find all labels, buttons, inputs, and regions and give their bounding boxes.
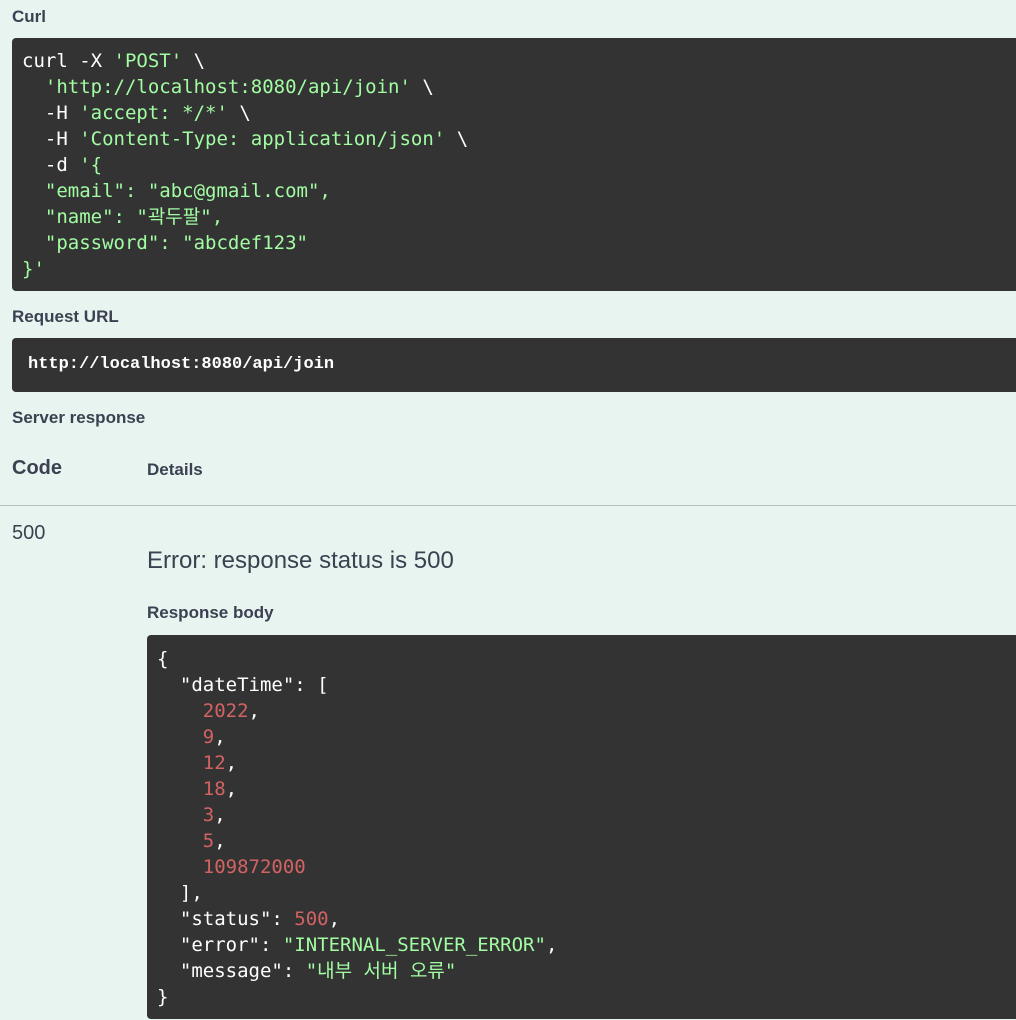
error-message: Error: response status is 500 [147,547,454,574]
json-datetime-value: 2022 [202,700,249,722]
json-open-brace: { [157,648,169,670]
json-datetime-key: "dateTime": [ [157,674,329,696]
json-message-value: "내부 서버 오류" [305,960,457,982]
json-status-key: "status": [157,908,295,930]
curl-line-8: "password": "abcdef123" [22,232,308,254]
details-column-header: Details [147,460,203,479]
curl-line-5: -d '{ [22,154,103,176]
curl-code-block[interactable]: curl -X 'POST' \ 'http://localhost:8080/… [12,38,1016,291]
json-datetime-value: 3 [202,804,215,826]
response-body-code: { "dateTime": [ 2022, 9, 12, 18, 3, 5, 1… [157,648,558,1008]
curl-line-9: }' [22,258,45,280]
request-url-block[interactable]: http://localhost:8080/api/join [12,338,1016,392]
json-error-key: "error": [157,934,283,956]
curl-line-2: 'http://localhost:8080/api/join' \ [44,76,434,98]
json-error-value: "INTERNAL_SERVER_ERROR" [282,934,546,956]
response-status-code: 500 [12,522,46,544]
json-datetime-value: 5 [202,830,215,852]
code-column-header: Code [12,457,62,479]
json-datetime-value: 109872000 [202,856,306,878]
json-message-key: "message": [157,960,306,982]
curl-line-3: -H 'accept: */*' \ [22,102,251,124]
curl-line-7: "name": "곽두팔", [22,206,224,228]
table-divider [0,505,1016,506]
json-datetime-value: 12 [202,752,226,774]
curl-code: curl -X 'POST' \ 'http://localhost:8080/… [22,48,1012,282]
curl-line-4: -H 'Content-Type: application/json' \ [22,128,469,150]
curl-line-6: "email": "abc@gmail.com", [22,180,331,202]
response-body-label: Response body [147,603,274,622]
curl-line-1: curl -X 'POST' \ [22,50,206,72]
server-response-label: Server response [12,408,146,427]
json-close-brace: } [157,986,169,1008]
json-close-bracket: ], [157,882,203,904]
response-body-block[interactable]: { "dateTime": [ 2022, 9, 12, 18, 3, 5, 1… [147,635,1016,1019]
request-url-value: http://localhost:8080/api/join [28,355,335,374]
request-url-label: Request URL [12,307,119,326]
curl-label: Curl [12,7,46,26]
json-datetime-value: 18 [202,778,226,800]
json-status-value: 500 [294,908,329,930]
json-datetime-value: 9 [202,726,215,748]
